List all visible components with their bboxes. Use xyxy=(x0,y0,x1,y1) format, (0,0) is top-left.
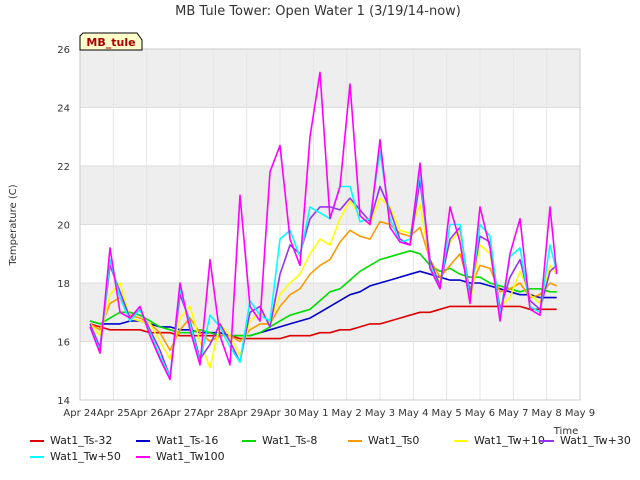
legend-swatch xyxy=(136,456,150,458)
legend-swatch xyxy=(454,440,468,442)
line-chart: MB Tule Tower: Open Water 1 (3/19/14-now… xyxy=(8,4,595,437)
x-tick-label: Apr 29 xyxy=(230,408,263,419)
x-tick-label: Apr 28 xyxy=(197,408,230,419)
y-tick-label: 14 xyxy=(57,396,70,407)
legend-label: Wat1_Tw100 xyxy=(156,450,225,463)
y-tick-label: 20 xyxy=(57,221,70,232)
legend-label: Wat1_Tw+50 xyxy=(50,450,121,463)
station-label: MB_tule xyxy=(86,36,135,49)
x-tick-label: May 2 xyxy=(332,408,362,419)
legend-item: Wat1_Ts-8 xyxy=(242,434,317,447)
legend-item: Wat1_Tw+30 xyxy=(540,434,631,447)
x-tick-label: Apr 26 xyxy=(130,408,163,419)
x-tick-label: May 3 xyxy=(365,408,395,419)
x-tick-label: Apr 25 xyxy=(97,408,130,419)
legend-swatch xyxy=(136,440,150,442)
x-tick-label: Apr 27 xyxy=(163,408,196,419)
legend-item: Wat1_Tw100 xyxy=(136,450,225,463)
legend-item: Wat1_Tw+50 xyxy=(30,450,121,463)
legend-label: Wat1_Tw+30 xyxy=(560,434,631,447)
y-axis-label: Temperature (C) xyxy=(8,184,19,266)
legend-item: Wat1_Ts-16 xyxy=(136,434,218,447)
legend-swatch xyxy=(540,440,554,442)
legend-item: Wat1_Tw+10 xyxy=(454,434,545,447)
legend-label: Wat1_Ts-8 xyxy=(262,434,318,447)
legend-label: Wat1_Ts-32 xyxy=(50,434,113,447)
x-tick-label: May 7 xyxy=(498,408,528,419)
x-tick-label: Apr 24 xyxy=(63,408,96,419)
legend-swatch xyxy=(30,440,44,442)
x-tick-label: May 8 xyxy=(532,408,562,419)
y-tick-label: 22 xyxy=(57,162,70,173)
legend-swatch xyxy=(30,456,44,458)
x-tick-label: May 5 xyxy=(432,408,462,419)
chart-title: MB Tule Tower: Open Water 1 (3/19/14-now… xyxy=(175,4,461,19)
x-tick-label: Apr 30 xyxy=(263,408,296,419)
legend-item: Wat1_Ts0 xyxy=(348,434,419,447)
y-axis-ticks: 14 16 18 20 22 24 26 xyxy=(57,45,70,407)
x-tick-label: May 9 xyxy=(565,408,595,419)
x-tick-label: May 6 xyxy=(465,408,495,419)
y-tick-label: 24 xyxy=(57,104,70,115)
legend-swatch xyxy=(242,440,256,442)
legend-item: Wat1_Ts-32 xyxy=(30,434,112,447)
y-tick-label: 16 xyxy=(57,338,70,349)
station-label-box: MB_tule xyxy=(79,32,143,51)
plot-band xyxy=(80,49,580,108)
legend-label: Wat1_Tw+10 xyxy=(474,434,545,447)
legend-label: Wat1_Ts-16 xyxy=(156,434,219,447)
x-tick-label: May 1 xyxy=(298,408,328,419)
x-tick-label: May 4 xyxy=(398,408,428,419)
legend-swatch xyxy=(348,440,362,442)
y-tick-label: 26 xyxy=(57,45,70,56)
y-tick-label: 18 xyxy=(57,279,70,290)
legend-label: Wat1_Ts0 xyxy=(368,434,420,447)
x-axis-ticks: Apr 24 Apr 25 Apr 26 Apr 27 Apr 28 Apr 29 Apr … xyxy=(63,408,595,419)
